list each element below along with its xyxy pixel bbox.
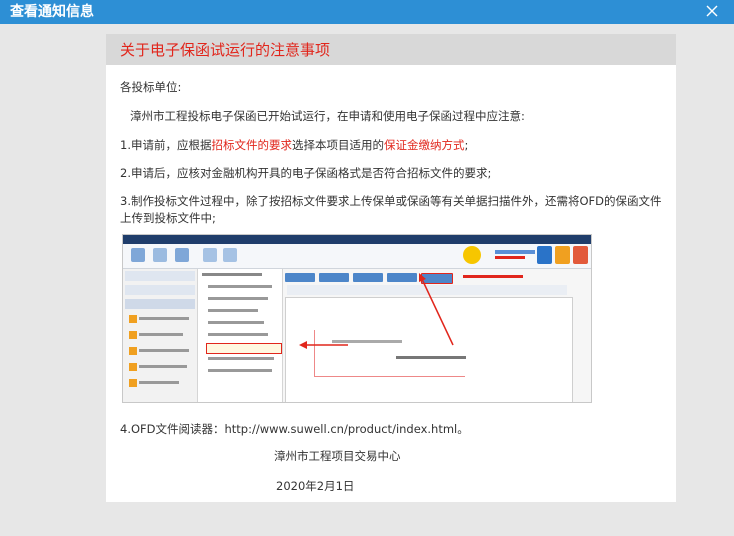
embedded-software-screenshot	[122, 234, 592, 403]
item1-prefix: 1.申请前，应根据	[120, 138, 212, 152]
notice-issuer: 漳州市工程项目交易中心	[274, 449, 401, 463]
item1-highlight-payment-method: 保证金缴纳方式	[383, 138, 465, 152]
notice-heading: 关于电子保函试运行的注意事项	[120, 41, 331, 59]
notice-card: 关于电子保函试运行的注意事项 各投标单位: 漳州市工程投标电子保函已开始试运行，…	[106, 34, 676, 502]
notice-heading-bar: 关于电子保函试运行的注意事项	[106, 34, 676, 65]
dialog-title: 查看通知信息	[10, 4, 94, 20]
item1-suffix: ;	[464, 138, 469, 152]
annotation-arrows	[299, 273, 454, 349]
item1-highlight-requirement: 招标文件的要求	[211, 138, 292, 152]
notice-item-4: 4.OFD文件阅读器：http://www.suwell.cn/product/…	[120, 422, 469, 436]
dialog-content: 关于电子保函试运行的注意事项 各投标单位: 漳州市工程投标电子保函已开始试运行，…	[0, 24, 734, 536]
close-icon[interactable]	[704, 3, 720, 19]
notice-item-1: 1.申请前，应根据招标文件的要求选择本项目适用的保证金缴纳方式;	[120, 137, 665, 154]
notice-date: 2020年2月1日	[276, 479, 355, 493]
notice-intro: 漳州市工程投标电子保函已开始试运行，在申请和使用电子保函过程中应注意:	[130, 109, 525, 123]
notice-item-2: 2.申请后，应核对金融机构开具的电子保函格式是否符合招标文件的要求;	[120, 166, 492, 180]
notice-salutation: 各投标单位:	[120, 80, 182, 94]
dialog-titlebar: 查看通知信息	[0, 0, 734, 24]
item1-middle: 选择本项目适用的	[291, 138, 384, 152]
notice-item-3: 3.制作投标文件过程中，除了按招标文件要求上传保单或保函等有关单据扫描件外，还需…	[120, 194, 662, 225]
